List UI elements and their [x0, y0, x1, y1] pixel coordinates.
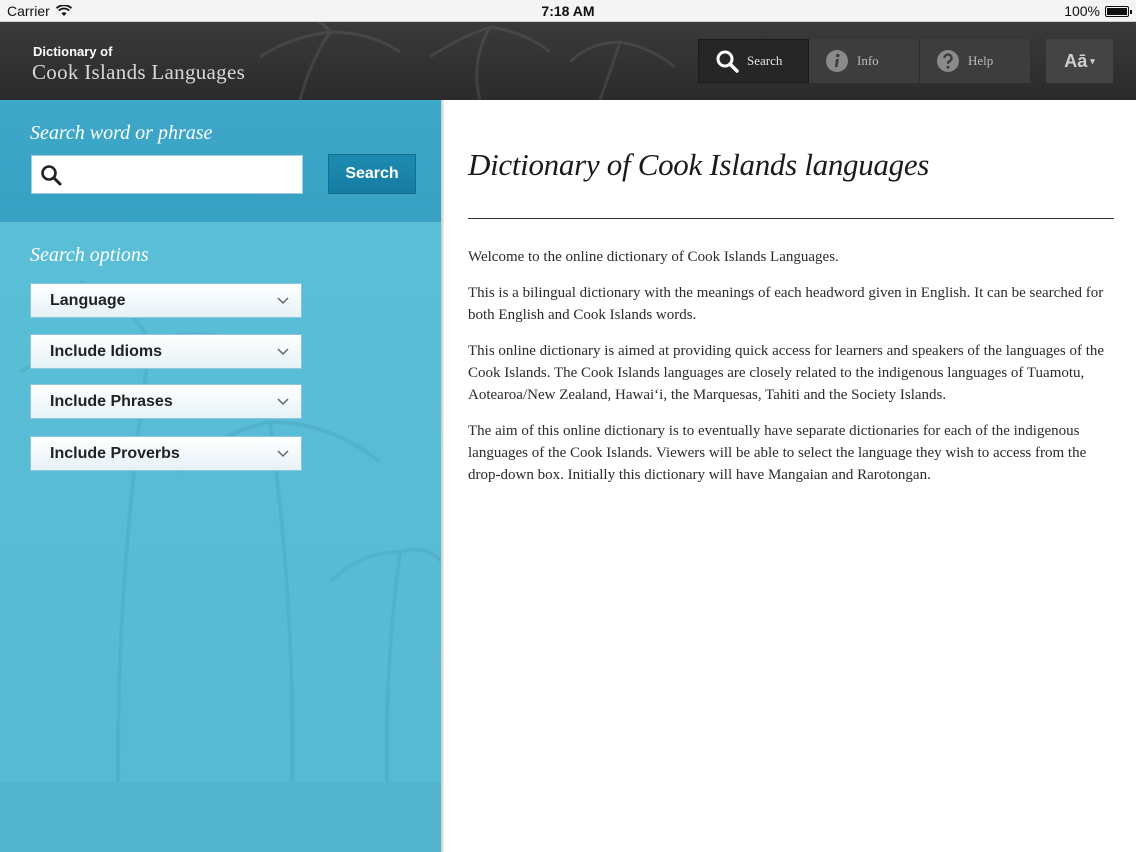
- chevron-down-icon: [277, 296, 289, 304]
- status-bar: Carrier 7:18 AM 100%: [0, 0, 1136, 22]
- language-dropdown[interactable]: Language: [30, 283, 302, 318]
- paragraph: The aim of this online dictionary is to …: [468, 423, 1087, 483]
- search-button[interactable]: Search: [328, 154, 416, 194]
- caret-down-icon: ▾: [1090, 55, 1095, 66]
- battery-icon: [1105, 5, 1132, 17]
- chevron-down-icon: [277, 449, 289, 457]
- search-area: Search word or phrase Search: [0, 100, 441, 222]
- option-label: Language: [50, 291, 126, 309]
- brand-subtitle: Dictionary of: [33, 44, 113, 59]
- option-label: Include Proverbs: [50, 444, 180, 462]
- help-tab-button[interactable]: Help: [920, 39, 1031, 83]
- battery-indicator: 100%: [1064, 3, 1132, 19]
- option-label: Include Idioms: [50, 342, 163, 360]
- search-label: Search word or phrase: [30, 122, 213, 144]
- info-tab-button[interactable]: Info: [809, 39, 920, 83]
- paragraph: This online dictionary is aimed at provi…: [468, 343, 1105, 403]
- include-idioms-dropdown[interactable]: Include Idioms: [30, 334, 302, 369]
- font-size-label: Aā: [1064, 50, 1088, 71]
- search-tab-button[interactable]: Search: [698, 39, 809, 83]
- search-field[interactable]: [31, 155, 303, 194]
- search-icon: [716, 50, 739, 73]
- info-icon: [826, 50, 848, 72]
- toolbar: Search Info Help: [698, 39, 1031, 83]
- search-options-label: Search options: [30, 244, 149, 266]
- font-size-button[interactable]: Aā ▾: [1046, 39, 1113, 83]
- help-icon: [937, 50, 959, 72]
- include-phrases-dropdown[interactable]: Include Phrases: [30, 384, 302, 419]
- app-header: Dictionary of Cook Islands Languages Sea…: [0, 22, 1136, 100]
- chevron-down-icon: [277, 347, 289, 355]
- search-icon: [41, 164, 62, 185]
- chevron-down-icon: [277, 397, 289, 405]
- battery-percent: 100%: [1064, 3, 1100, 19]
- paragraph: Welcome to the online dictionary of Cook…: [468, 249, 839, 265]
- search-sidebar: Search word or phrase Search Search opti…: [0, 100, 441, 852]
- info-tab-label: Info: [857, 53, 879, 68]
- search-input[interactable]: [68, 156, 302, 193]
- help-tab-label: Help: [968, 53, 994, 68]
- include-proverbs-dropdown[interactable]: Include Proverbs: [30, 436, 302, 471]
- paragraph: This is a bilingual dictionary with the …: [468, 285, 1104, 323]
- brand-title: Cook Islands Languages: [32, 60, 246, 84]
- title-divider: [468, 218, 1114, 219]
- panel-divider: [441, 100, 444, 852]
- clock: 7:18 AM: [541, 3, 595, 19]
- page-title: Dictionary of Cook Islands languages: [468, 147, 930, 182]
- option-label: Include Phrases: [50, 392, 173, 410]
- search-tab-label: Search: [747, 53, 783, 68]
